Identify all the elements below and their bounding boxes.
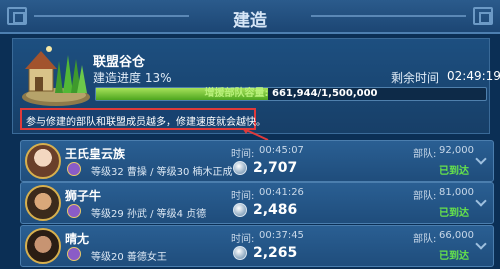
commander-levels: 等级29 孙武 / 等级4 贞德 (91, 209, 207, 220)
player-name: 狮子牛 (65, 189, 102, 203)
avatar (25, 143, 61, 179)
capacity-label: 增援部队容量: (204, 88, 269, 99)
capacity-text: 增援部队容量: 661,944/1,500,000 (96, 88, 486, 100)
avatar (25, 185, 61, 221)
remaining-time-label: 剩余时间 (391, 71, 440, 85)
time-label: 时间: (231, 234, 255, 245)
chevron-down-icon[interactable] (475, 195, 487, 207)
resource-amount: 2,265 (253, 245, 298, 261)
corner-ornament-icon (473, 7, 493, 25)
arrival-status: 已到达 (439, 166, 469, 177)
silver-coin-icon (233, 161, 247, 175)
build-progress: 建造进度 13% (93, 71, 172, 85)
commander-levels: 等级32 曹操 / 等级30 楠木正成 (91, 167, 233, 178)
silver-coin-icon (233, 203, 247, 217)
time-label: 时间: (231, 191, 255, 202)
rank-badge-icon (67, 162, 81, 176)
participant-row[interactable]: 狮子牛 等级29 孙武 / 等级4 贞德 时间: 00:41:26 2,486 … (20, 182, 494, 224)
troops-label: 部队: (413, 149, 437, 160)
hint-highlight-box: 参与修建的部队和联盟成员越多，修建速度就会越快。 (20, 108, 266, 130)
march-time: 00:41:26 (259, 187, 304, 198)
silver-coin-icon (233, 246, 247, 260)
troops-label: 部队: (413, 234, 437, 245)
march-time: 00:45:07 (259, 145, 304, 156)
participant-row[interactable]: 晴尢 等级20 善德女王 时间: 00:37:45 2,265 部队: 66,0… (20, 225, 494, 267)
avatar (25, 228, 61, 264)
rank-badge-icon (67, 247, 81, 261)
capacity-value: 661,944/1,500,000 (271, 88, 378, 99)
remaining-time-value: 02:49:19 (447, 69, 500, 83)
window-title: 建造 (233, 11, 267, 31)
time-label: 时间: (231, 149, 255, 160)
resource-amount: 2,707 (253, 160, 298, 176)
arrival-status: 已到达 (439, 208, 469, 219)
player-name: 王氏皇云族 (65, 147, 126, 161)
troops-count: 81,000 (439, 187, 474, 198)
title-bar: 建造 (0, 0, 500, 34)
rank-badge-icon (67, 204, 81, 218)
arrival-status: 已到达 (439, 251, 469, 262)
commander-levels: 等级20 善德女王 (91, 252, 167, 263)
troops-count: 92,000 (439, 145, 474, 156)
participant-row[interactable]: 王氏皇云族 等级32 曹操 / 等级30 楠木正成 时间: 00:45:07 2… (20, 140, 494, 182)
capacity-bar: 增援部队容量: 661,944/1,500,000 (95, 87, 487, 101)
troops-label: 部队: (413, 191, 437, 202)
player-name: 晴尢 (65, 232, 90, 246)
troops-count: 66,000 (439, 230, 474, 241)
title-divider (311, 15, 466, 17)
chevron-down-icon[interactable] (475, 153, 487, 165)
hint-text: 参与修建的部队和联盟成员越多，修建速度就会越快。 (26, 117, 266, 128)
building-name: 联盟谷仓 (93, 55, 146, 70)
march-time: 00:37:45 (259, 230, 304, 241)
granary-building-icon (22, 46, 90, 106)
chevron-down-icon[interactable] (475, 238, 487, 250)
resource-amount: 2,486 (253, 202, 298, 218)
